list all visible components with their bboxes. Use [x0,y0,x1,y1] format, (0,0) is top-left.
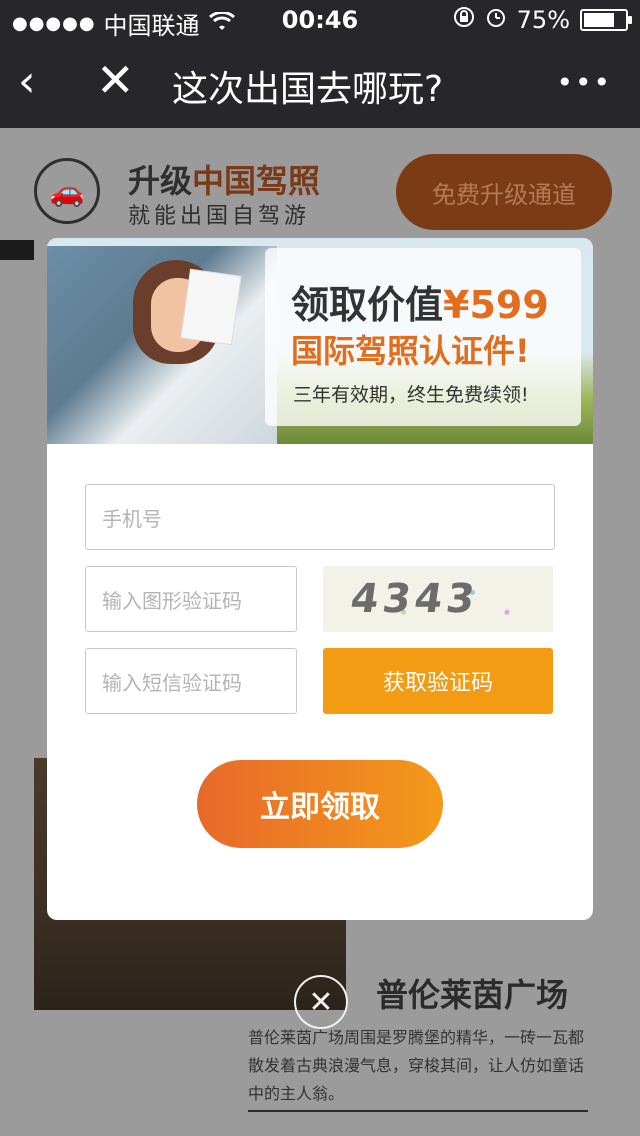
banner-headline-prefix: 领取价值 [291,283,444,327]
page-marker [0,240,34,260]
close-icon: ✕ [96,53,135,107]
sms-code-placeholder: 输入短信验证码 [102,670,242,695]
plaza-title: 普伦莱茵广场 [376,976,569,1014]
claim-button[interactable]: 立即领取 [197,760,443,848]
banner-line2: 国际驾照认证件! [291,332,530,370]
banner-license-card [180,268,242,346]
nav-bar: ‹ ✕ 这次出国去哪玩? ••• [0,40,640,128]
banner-subline: 三年有效期，终生免费续领! [293,384,529,406]
section-divider [248,1110,588,1112]
chevron-left-icon: ‹ [18,56,36,107]
close-page-button[interactable]: ✕ [96,57,136,103]
more-icon: ••• [556,66,612,99]
battery-percent: 75% [516,6,570,34]
captcha-image[interactable]: 4343 [323,566,553,632]
close-icon: ✕ [308,984,334,1020]
promo-modal: 领取价值¥599 国际驾照认证件! 三年有效期，终生免费续领! 手机号 输入图形… [47,238,593,920]
sms-code-input[interactable]: 输入短信验证码 [85,648,297,714]
more-button[interactable]: ••• [556,66,612,99]
upgrade-title-part1: 升级 [128,162,193,200]
upgrade-title: 升级中国驾照 [128,156,320,202]
battery-fill [584,13,614,27]
battery-tip [628,16,632,24]
phone-placeholder: 手机号 [102,506,162,531]
status-bar: ●●●●● 中国联通 00:46 75% [0,0,640,40]
captcha-code: 4343 [347,576,482,622]
get-sms-code-button[interactable]: 获取验证码 [323,648,553,714]
promo-banner: 领取价值¥599 国际驾照认证件! 三年有效期，终生免费续领! [47,238,593,444]
alarm-icon [485,6,507,34]
plaza-description: 普伦莱茵广场周围是罗腾堡的精华，一砖一瓦都散发着古典浪漫气息，穿梭其间，让人仿如… [248,1028,585,1103]
back-button[interactable]: ‹ [18,60,58,104]
upgrade-title-part2: 中国驾照 [192,162,321,200]
image-captcha-input[interactable]: 输入图形验证码 [85,566,297,632]
battery-icon [580,9,632,31]
page-title: 这次出国去哪玩? [172,69,444,110]
banner-headline: 领取价值¥599 [291,274,549,329]
modal-close-button[interactable]: ✕ [294,975,348,1029]
banner-price: ¥599 [443,283,549,327]
image-captcha-placeholder: 输入图形验证码 [102,588,242,613]
phone-input[interactable]: 手机号 [85,484,555,550]
rotation-lock-icon [453,6,475,34]
car-badge-icon: 🚗 [34,158,100,224]
free-upgrade-button[interactable]: 免费升级通道 [396,154,612,230]
upgrade-subtitle: 就能出国自驾游 [128,204,311,229]
status-right: 75% [453,6,632,34]
